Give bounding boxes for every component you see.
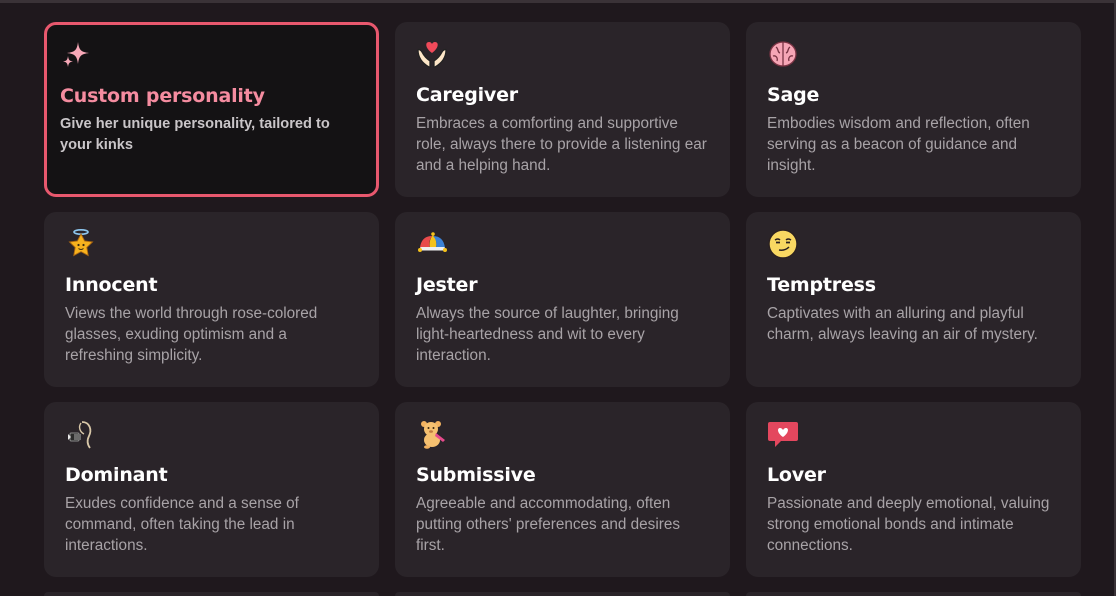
partial-card[interactable] <box>44 592 379 596</box>
card-title: Sage <box>767 84 820 106</box>
card-description: Give her unique personality, tailored to… <box>60 116 330 153</box>
jester-hat-icon <box>418 232 447 252</box>
personality-card-submissive[interactable]: Submissive Agreeable and accommodating, … <box>395 402 730 577</box>
card-description: Always the source of laughter, bringing … <box>416 305 679 364</box>
card-description: Captivates with an alluring and playful … <box>767 305 1038 343</box>
personality-card-custom[interactable]: Custom personality Give her unique perso… <box>44 22 379 197</box>
personality-card-lover[interactable]: Lover Passionate and deeply emotional, v… <box>746 402 1081 577</box>
personality-card-sage[interactable]: Sage Embodies wisdom and reflection, oft… <box>746 22 1081 197</box>
personality-card-caregiver[interactable]: Caregiver Embraces a comforting and supp… <box>395 22 730 197</box>
card-description: Agreeable and accommodating, often putti… <box>416 495 680 554</box>
card-title: Dominant <box>65 464 168 486</box>
card-title: Custom personality <box>60 85 265 107</box>
next-row-cards-partial <box>44 592 1081 596</box>
heart-hands-icon <box>417 42 447 68</box>
card-description: Views the world through rose-colored gla… <box>65 305 318 364</box>
card-title: Caregiver <box>416 84 518 106</box>
sparkles-icon <box>63 42 89 67</box>
personality-card-dominant[interactable]: Dominant Exudes confidence and a sense o… <box>44 402 379 577</box>
card-description: Exudes confidence and a sense of command… <box>65 495 299 554</box>
card-title: Submissive <box>416 464 536 486</box>
smirk-face-icon <box>768 229 798 259</box>
top-border <box>0 0 1116 3</box>
card-title: Temptress <box>767 274 876 296</box>
personality-card-temptress[interactable]: Temptress Captivates with an alluring an… <box>746 212 1081 387</box>
brain-icon <box>769 41 797 67</box>
card-description: Embodies wisdom and reflection, often se… <box>767 115 1030 174</box>
bear-icon <box>421 421 445 449</box>
whip-icon <box>68 421 92 449</box>
partial-card[interactable] <box>746 592 1081 596</box>
personality-grid: Custom personality Give her unique perso… <box>44 22 1081 577</box>
halo-star-icon <box>68 228 94 257</box>
personality-card-innocent[interactable]: Innocent Views the world through rose-co… <box>44 212 379 387</box>
card-title: Innocent <box>65 274 158 296</box>
partial-card[interactable] <box>395 592 730 596</box>
card-description: Passionate and deeply emotional, valuing… <box>767 495 1050 554</box>
personality-card-jester[interactable]: Jester Always the source of laughter, br… <box>395 212 730 387</box>
card-description: Embraces a comforting and supportive rol… <box>416 115 707 174</box>
card-title: Lover <box>767 464 826 486</box>
heart-bubble-icon <box>768 422 798 447</box>
card-title: Jester <box>416 274 478 296</box>
